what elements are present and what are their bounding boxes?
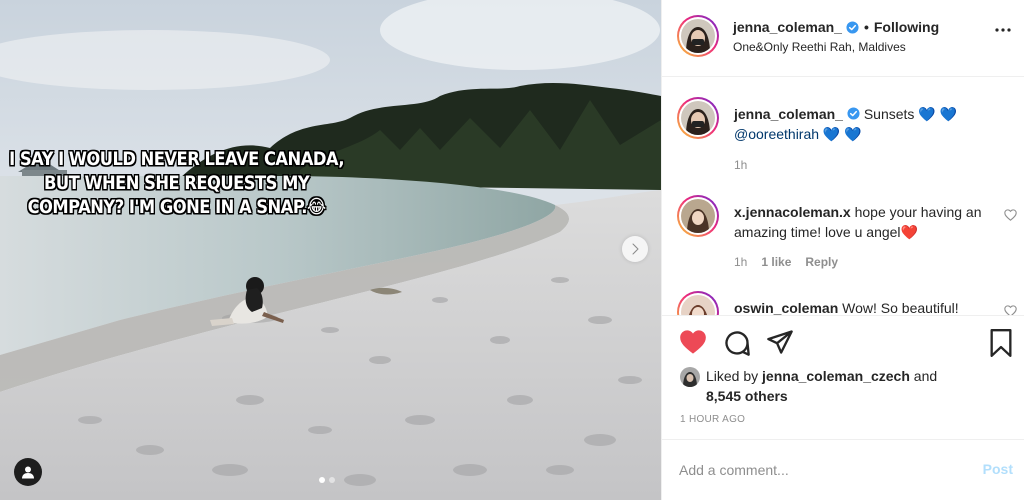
share-send-icon[interactable]	[766, 329, 794, 355]
save-bookmark-icon[interactable]	[989, 329, 1013, 357]
post-caption: jenna_coleman_ Sunsets 💙 💙 @ooreethirah …	[662, 97, 1024, 197]
carousel-dot	[329, 477, 335, 483]
post-photo[interactable]: I SAY I WOULD NEVER LEAVE CANADA, BUT WH…	[0, 0, 661, 500]
caption-mention-suffix: 💙 💙	[819, 126, 862, 142]
author-username[interactable]: jenna_coleman_	[733, 19, 842, 35]
post-header: jenna_coleman_ • Following One&Only Reet…	[662, 0, 1024, 77]
comments-list[interactable]: jenna_coleman_ Sunsets 💙 💙 @ooreethirah …	[662, 77, 1024, 315]
user-icon	[22, 466, 34, 479]
following-button[interactable]: Following	[874, 19, 939, 35]
carousel-dot-active	[319, 477, 325, 483]
comment-reply-button[interactable]: Reply	[805, 255, 838, 269]
comment-item: oswin_coleman Wow! So beautiful!	[662, 291, 1024, 315]
commenter-avatar[interactable]	[677, 195, 719, 237]
likes-count-link[interactable]: 8,545 others	[706, 388, 788, 404]
liked-by-prefix: Liked by	[706, 368, 759, 384]
carousel-indicator	[319, 477, 335, 483]
comment-time[interactable]: 1h	[734, 255, 747, 269]
like-heart-icon[interactable]	[679, 329, 707, 355]
chevron-right-icon	[632, 243, 639, 255]
caption-username[interactable]: jenna_coleman_	[734, 106, 843, 122]
post-actions: Liked by jenna_coleman_czech and 8,545 o…	[662, 315, 1024, 439]
like-comment-heart-icon[interactable]	[1004, 305, 1017, 315]
avatar-photo	[680, 367, 700, 387]
avatar-photo	[681, 101, 715, 135]
avatar-photo	[681, 295, 715, 315]
verified-badge-icon	[846, 20, 859, 34]
avatar-photo	[681, 19, 715, 53]
post-location[interactable]: One&Only Reethi Rah, Maldives	[733, 40, 906, 54]
liked-by-summary: Liked by jenna_coleman_czech and 8,545 o…	[680, 366, 966, 406]
comment-input[interactable]	[679, 459, 959, 481]
post-comment-button[interactable]: Post	[983, 461, 1013, 477]
comment-username[interactable]: x.jennacoleman.x	[734, 204, 851, 220]
comment-text: Wow! So beautiful!	[842, 300, 959, 315]
verified-badge-icon	[847, 107, 860, 120]
avatar-photo	[681, 199, 715, 233]
caption-avatar[interactable]	[677, 97, 719, 139]
post-timestamp[interactable]: 1 HOUR AGO	[680, 414, 745, 425]
post-side-panel: jenna_coleman_ • Following One&Only Reet…	[661, 0, 1024, 500]
next-photo-button[interactable]	[622, 236, 648, 262]
author-avatar[interactable]	[677, 15, 719, 57]
header-separator: •	[863, 19, 869, 35]
caption-text: Sunsets 💙 💙	[863, 106, 958, 122]
caption-time[interactable]: 1h	[734, 158, 747, 172]
comment-username[interactable]: oswin_coleman	[734, 300, 838, 315]
like-comment-heart-icon[interactable]	[1004, 209, 1017, 221]
beach-scene-image	[0, 0, 661, 500]
add-comment-bar: Post	[662, 439, 1024, 500]
liker-username[interactable]: jenna_coleman_czech	[762, 368, 910, 384]
liker-avatar[interactable]	[680, 367, 700, 387]
liked-by-conj: and	[913, 368, 938, 384]
comment-likes-count[interactable]: 1 like	[761, 255, 791, 269]
meme-caption-text: I SAY I WOULD NEVER LEAVE CANADA, BUT WH…	[9, 148, 345, 218]
comment-bubble-icon[interactable]	[723, 329, 751, 357]
tagged-users-button[interactable]	[14, 458, 42, 486]
caption-mention-link[interactable]: @ooreethirah	[734, 126, 819, 142]
more-options-icon[interactable]	[995, 28, 1011, 32]
commenter-avatar[interactable]	[677, 291, 719, 315]
comment-item: x.jennacoleman.x hope your having an ama…	[662, 195, 1024, 285]
